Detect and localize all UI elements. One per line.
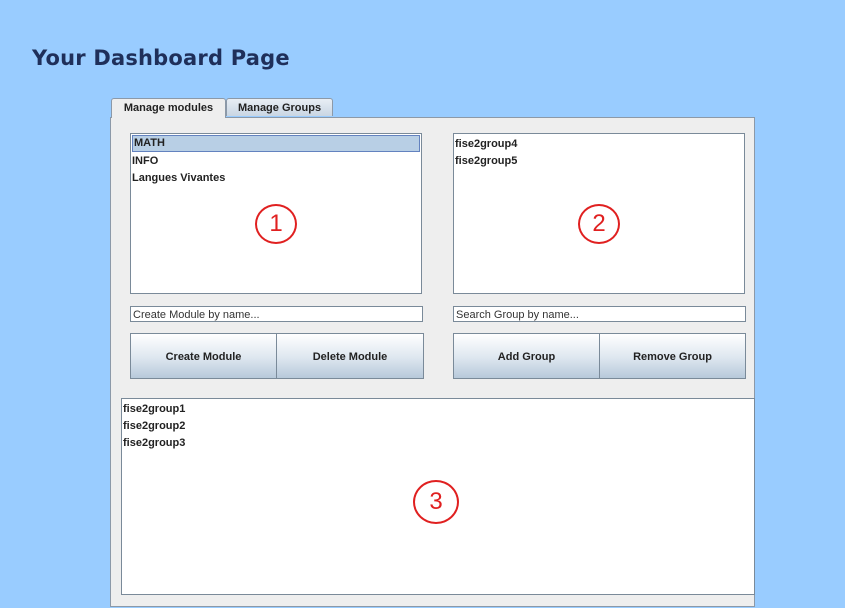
annotation-marker-1: 1 (255, 204, 297, 244)
create-module-button[interactable]: Create Module (130, 333, 277, 379)
group-search-input[interactable]: Search Group by name... (453, 306, 746, 322)
list-item[interactable]: fise2group4 (454, 136, 744, 153)
tab-manage-groups[interactable]: Manage Groups (226, 98, 333, 116)
module-name-input[interactable]: Create Module by name... (130, 306, 423, 322)
list-item[interactable]: Langues Vivantes (131, 170, 421, 187)
tab-manage-modules[interactable]: Manage modules (111, 98, 226, 118)
remove-group-button[interactable]: Remove Group (599, 333, 746, 379)
annotation-marker-3: 3 (413, 480, 459, 524)
list-item[interactable]: fise2group5 (454, 153, 744, 170)
list-item[interactable]: INFO (131, 153, 421, 170)
add-group-button[interactable]: Add Group (453, 333, 600, 379)
page-title: Your Dashboard Page (32, 46, 290, 70)
list-item[interactable]: fise2group3 (122, 435, 754, 452)
list-item[interactable]: fise2group1 (122, 401, 754, 418)
list-item[interactable]: MATH (132, 135, 420, 152)
list-item[interactable]: fise2group2 (122, 418, 754, 435)
annotation-marker-2: 2 (578, 204, 620, 244)
delete-module-button[interactable]: Delete Module (276, 333, 424, 379)
